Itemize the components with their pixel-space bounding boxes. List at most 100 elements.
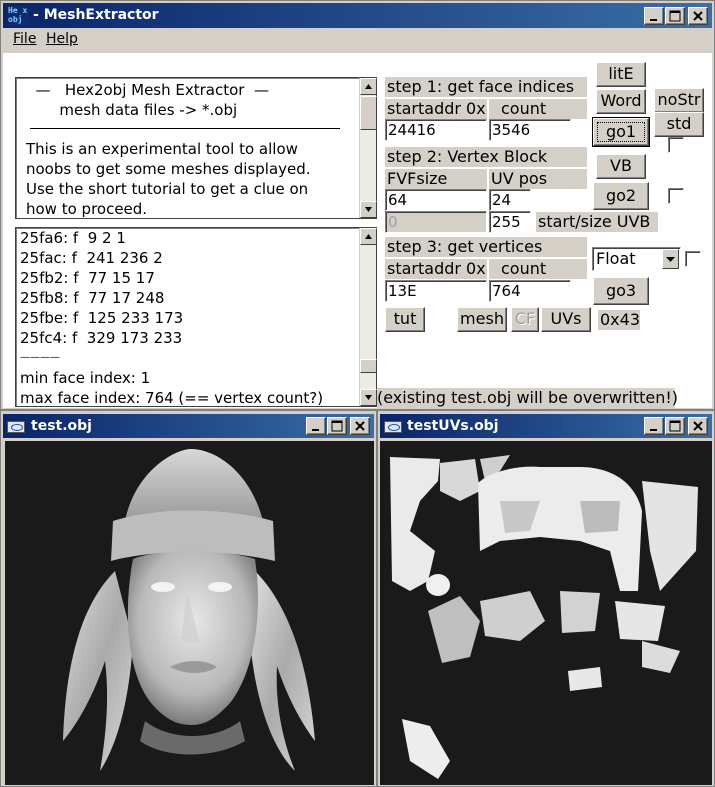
info-line-6: Use the short tutorial to get a clue on <box>26 180 309 198</box>
main-titlebar[interactable]: He x obj - MeshExtractor <box>3 3 712 28</box>
info-pane[interactable]: — Hex2obj Mesh Extractor — mesh data fil… <box>15 77 377 219</box>
step2-fvfsize-input[interactable]: 64 <box>385 189 487 211</box>
scroll-up-icon <box>365 84 372 89</box>
format-select-value: Float <box>596 249 636 268</box>
log-scroll-up-button[interactable] <box>360 228 377 245</box>
view-right-maximize-button[interactable] <box>665 417 685 435</box>
info-line-7: how to proceed. <box>26 200 148 218</box>
status-text: (existing test.obj will be overwritten!) <box>377 388 679 408</box>
view-left-close-button[interactable] <box>350 417 370 435</box>
log-scroll-thumb[interactable] <box>360 359 377 373</box>
main-window: He x obj - MeshExtractor File Help — Hex2… <box>0 0 715 410</box>
view-left-titlebar[interactable]: test.obj <box>3 414 374 438</box>
step2-uvb-label: start/size UVB <box>536 212 658 232</box>
nostr-button[interactable]: noStr <box>654 88 704 113</box>
app-icon: He x obj <box>7 6 29 26</box>
step2-uvb-start-input[interactable]: 0 <box>385 211 487 233</box>
log-line-6: 25fc4: f 329 173 233 <box>20 329 183 347</box>
log-pane[interactable]: 25fa6: f 9 2 1 25fac: f 241 236 2 25fb2:… <box>15 227 377 407</box>
step2-uvb-start-value: 0 <box>388 213 398 231</box>
menu-file-label: File <box>13 31 37 47</box>
minimize-icon <box>650 429 657 431</box>
maximize-icon <box>669 420 681 432</box>
tut-button[interactable]: tut <box>385 307 425 332</box>
info-scroll-up-button[interactable] <box>360 78 377 95</box>
go3-button[interactable]: go3 <box>593 277 649 305</box>
step1-startaddr-label: startaddr 0x <box>385 99 487 119</box>
step1-title: step 1: get face indices <box>385 77 587 97</box>
mesh-viewport[interactable] <box>5 441 374 785</box>
menu-help[interactable]: Help <box>46 31 78 47</box>
view-right-close-button[interactable] <box>688 417 708 435</box>
info-line-2: mesh data files -> *.obj <box>26 101 238 119</box>
step3-title: step 3: get vertices <box>385 237 587 257</box>
menu-help-label: Help <box>46 31 78 47</box>
step3-startaddr-value: 13E <box>388 282 417 300</box>
std-button[interactable]: std <box>654 112 704 137</box>
close-icon <box>693 421 703 431</box>
step1-startaddr-value: 24416 <box>388 121 436 139</box>
hex-readout: 0x43 <box>598 310 641 330</box>
menu-file[interactable]: File <box>13 31 36 47</box>
step2-uvb-size-value: 255 <box>492 213 521 231</box>
go1-checkbox[interactable] <box>668 137 684 153</box>
format-select-arrow[interactable] <box>662 249 679 269</box>
view-left-title: test.obj <box>31 418 92 434</box>
cf-button[interactable]: CF <box>511 307 539 332</box>
view-right-titlebar[interactable]: testUVs.obj <box>380 414 712 438</box>
view-left-icon <box>7 421 25 433</box>
step2-uvpos-label: UV pos <box>489 169 587 189</box>
log-line-1: 25fa6: f 9 2 1 <box>20 229 126 247</box>
info-line-5: noobs to get some meshes displayed. <box>26 160 311 178</box>
view-right-minimize-button[interactable] <box>644 417 664 435</box>
step3-startaddr-input[interactable]: 13E <box>385 280 487 302</box>
view-left-minimize-button[interactable] <box>306 417 326 435</box>
step2-uvpos-input[interactable]: 24 <box>489 189 531 211</box>
view-right-icon <box>384 421 402 433</box>
main-title: - MeshExtractor <box>33 7 159 23</box>
maximize-button[interactable] <box>665 7 685 25</box>
info-line-1: — Hex2obj Mesh Extractor — <box>26 81 270 99</box>
chevron-down-icon <box>666 257 675 262</box>
scroll-down-icon <box>365 207 372 212</box>
info-scrollbar[interactable] <box>359 78 377 218</box>
close-button[interactable] <box>688 7 708 25</box>
step3-count-input[interactable]: 764 <box>489 280 571 302</box>
log-line-2: 25fac: f 241 236 2 <box>20 249 163 267</box>
uv-map-render <box>390 455 698 779</box>
log-scroll-down-button[interactable] <box>360 389 377 406</box>
uvs-button[interactable]: UVs <box>541 307 591 332</box>
main-title-text: MeshExtractor <box>43 7 159 23</box>
step1-startaddr-input[interactable]: 24416 <box>385 119 487 141</box>
view-left-maximize-button[interactable] <box>327 417 347 435</box>
info-scroll-down-button[interactable] <box>360 201 377 218</box>
uv-viewport[interactable] <box>380 441 712 785</box>
maximize-icon <box>331 420 343 432</box>
log-line-4: 25fb8: f 77 17 248 <box>20 289 165 307</box>
close-icon <box>693 11 703 21</box>
head-mesh-render <box>63 449 315 771</box>
log-scrollbar[interactable] <box>359 228 377 406</box>
go1-button[interactable]: go1 <box>592 117 650 147</box>
go2-button[interactable]: go2 <box>593 182 649 210</box>
step1-count-input[interactable]: 3546 <box>489 119 571 141</box>
lite-button[interactable]: litE <box>596 62 646 87</box>
close-icon <box>355 421 365 431</box>
scroll-up-icon <box>365 234 372 239</box>
step2-uvb-size-input[interactable]: 255 <box>489 211 531 233</box>
step1-count-label: count <box>489 99 587 119</box>
info-scroll-thumb[interactable] <box>360 96 377 130</box>
view-right-title: testUVs.obj <box>407 418 499 434</box>
log-line-8: min face index: 1 <box>20 369 151 387</box>
vb-button[interactable]: VB <box>596 154 646 179</box>
format-checkbox[interactable] <box>685 251 701 267</box>
info-divider <box>30 128 340 129</box>
step2-fvfsize-value: 64 <box>388 191 408 209</box>
go2-checkbox[interactable] <box>668 188 684 204</box>
minimize-icon <box>312 429 319 431</box>
word-button[interactable]: Word <box>596 89 646 114</box>
minimize-button[interactable] <box>644 7 664 25</box>
format-select[interactable]: Float <box>592 247 681 271</box>
mesh-button[interactable]: mesh <box>457 307 507 332</box>
scroll-down-icon <box>365 395 372 400</box>
